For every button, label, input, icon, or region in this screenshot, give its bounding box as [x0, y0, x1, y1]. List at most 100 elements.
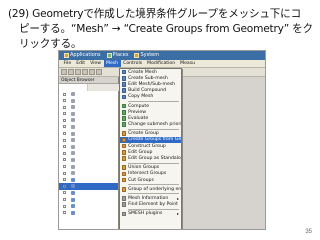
menu-item-label: Preview: [128, 109, 146, 115]
tree-row[interactable]: [59, 117, 118, 124]
menu-item-label: Create Group: [128, 131, 159, 137]
taskbar-applications[interactable]: Applications: [62, 51, 103, 60]
menu-item-smesh-plugins[interactable]: SMESH plugins ▸: [120, 211, 181, 217]
title-line-2: ピーする。“Mesh” → “Create Groups from Geomet…: [19, 23, 313, 35]
edit-mesh-icon: [121, 82, 127, 87]
new-icon[interactable]: [61, 69, 67, 75]
menu-mesh[interactable]: Mesh: [103, 60, 121, 67]
menu-view[interactable]: View: [88, 60, 104, 67]
menu-file[interactable]: File: [61, 60, 74, 67]
menu-item-label: Create Mesh: [128, 69, 157, 75]
menu-separator: [128, 208, 179, 210]
create-mesh-icon: [121, 69, 127, 75]
menu-edit[interactable]: Edit: [74, 60, 88, 67]
expand-icon[interactable]: [63, 112, 66, 116]
geometry-icon: [71, 92, 75, 96]
tree-row[interactable]: [59, 197, 118, 204]
tree-row[interactable]: [59, 164, 118, 171]
mesh-info-icon: [121, 196, 127, 201]
mesh-menu-dropdown: Create Mesh Create Sub-mesh Edit Mesh/Sub-…: [119, 68, 182, 229]
tree-row[interactable]: [59, 98, 118, 105]
menu-item-label: Union Groups: [128, 165, 160, 171]
mesh-icon: [71, 197, 75, 202]
menu-separator: [128, 183, 179, 186]
expand-icon[interactable]: [63, 145, 66, 149]
title-line-1: (29) Geometryで作成した境界条件グループをメッシュ下にコ: [8, 8, 301, 20]
object-browser-title: Object Browser: [59, 77, 118, 84]
applications-icon: [64, 53, 69, 58]
geometry-icon: [71, 151, 75, 156]
expand-icon[interactable]: [63, 132, 66, 136]
priority-icon: [121, 122, 127, 127]
expand-icon[interactable]: [63, 211, 66, 215]
menu-item-label: Create Groups from Geometry: [128, 137, 182, 143]
tree-row[interactable]: [59, 190, 118, 197]
menu-item-find-element-by-point[interactable]: Find Element by Point: [120, 202, 181, 208]
menu-item-label: Find Element by Point: [128, 202, 178, 208]
tree-row[interactable]: [59, 150, 118, 157]
expand-icon[interactable]: [63, 118, 66, 122]
undo-icon[interactable]: [89, 69, 95, 75]
expand-icon[interactable]: [63, 92, 66, 96]
copy-mesh-icon: [121, 94, 127, 100]
mesh-icon: [71, 184, 75, 189]
submenu-arrow-icon: ▸: [176, 195, 179, 201]
save-icon[interactable]: [75, 69, 81, 75]
menu-item-label: Intersect Groups: [128, 171, 167, 177]
expand-icon[interactable]: [63, 125, 66, 129]
tree-row[interactable]: [59, 124, 118, 131]
slide-title: (29) Geometryで作成した境界条件グループをメッシュ下にコ ピーする。…: [8, 7, 314, 52]
menu-modification[interactable]: Modification: [145, 60, 178, 67]
tree-row[interactable]: [59, 91, 118, 98]
geometry-icon: [71, 164, 75, 169]
expand-icon[interactable]: [63, 138, 66, 142]
expand-icon[interactable]: [63, 204, 66, 208]
menu-item-label: Edit Mesh/Sub-mesh: [128, 81, 176, 87]
menu-item-label: Compute: [128, 103, 150, 109]
tree-row-selected[interactable]: [59, 183, 118, 190]
menu-item-label: Edit Group as Standalone: [128, 156, 182, 162]
page-number: 35: [305, 229, 312, 235]
menu-measurements[interactable]: Measu: [178, 60, 198, 67]
taskbar-applications-label: Applications: [70, 52, 101, 58]
tree-row[interactable]: [59, 203, 118, 210]
menu-controls[interactable]: Controls: [121, 60, 145, 67]
tree-row[interactable]: [59, 210, 118, 217]
menu-item-group-of-underlying-entities[interactable]: Group of underlying entities: [120, 186, 181, 192]
tree-row[interactable]: [59, 177, 118, 184]
tree-row[interactable]: [59, 144, 118, 151]
expand-icon[interactable]: [63, 158, 66, 162]
menu-item-change-submesh-priority[interactable]: Change submesh priority: [120, 122, 181, 128]
taskbar-system[interactable]: System: [132, 51, 161, 60]
desktop-top-panel: Applications Places System: [59, 51, 265, 60]
tree-row[interactable]: [59, 131, 118, 138]
menu-item-label: Cut Groups: [128, 177, 154, 183]
geometry-icon: [71, 144, 75, 149]
expand-icon[interactable]: [63, 165, 66, 169]
tree-row[interactable]: [59, 137, 118, 144]
groups-from-geometry-icon: [121, 137, 127, 143]
expand-icon[interactable]: [63, 99, 66, 103]
print-icon[interactable]: [82, 69, 88, 75]
object-browser[interactable]: Object Browser: [59, 77, 119, 229]
open-icon[interactable]: [68, 69, 74, 75]
expand-icon[interactable]: [63, 178, 66, 182]
redo-icon[interactable]: [96, 69, 102, 75]
tree-row[interactable]: [59, 157, 118, 164]
menu-item-edit-group-as-standalone[interactable]: Edit Group as Standalone: [120, 155, 181, 161]
menu-item-label: Group of underlying entities: [128, 186, 182, 192]
expand-icon[interactable]: [63, 151, 66, 155]
tree-row[interactable]: [59, 104, 118, 111]
expand-icon[interactable]: [63, 191, 66, 195]
expand-icon[interactable]: [63, 198, 66, 201]
tree-row[interactable]: [59, 170, 118, 177]
expand-icon[interactable]: [63, 184, 66, 188]
menu-item-edit-mesh-sub-mesh[interactable]: Edit Mesh/Sub-mesh: [120, 81, 181, 87]
expand-icon[interactable]: [63, 105, 66, 109]
menu-item-create-groups-from-geometry[interactable]: Create Groups from Geometry: [120, 136, 182, 144]
expand-icon[interactable]: [63, 171, 66, 175]
menu-item-label: Mesh Information: [128, 195, 169, 201]
tree-row[interactable]: [59, 111, 118, 118]
menu-item-label: Copy Mesh: [128, 94, 154, 100]
taskbar-places[interactable]: Places: [105, 51, 131, 60]
